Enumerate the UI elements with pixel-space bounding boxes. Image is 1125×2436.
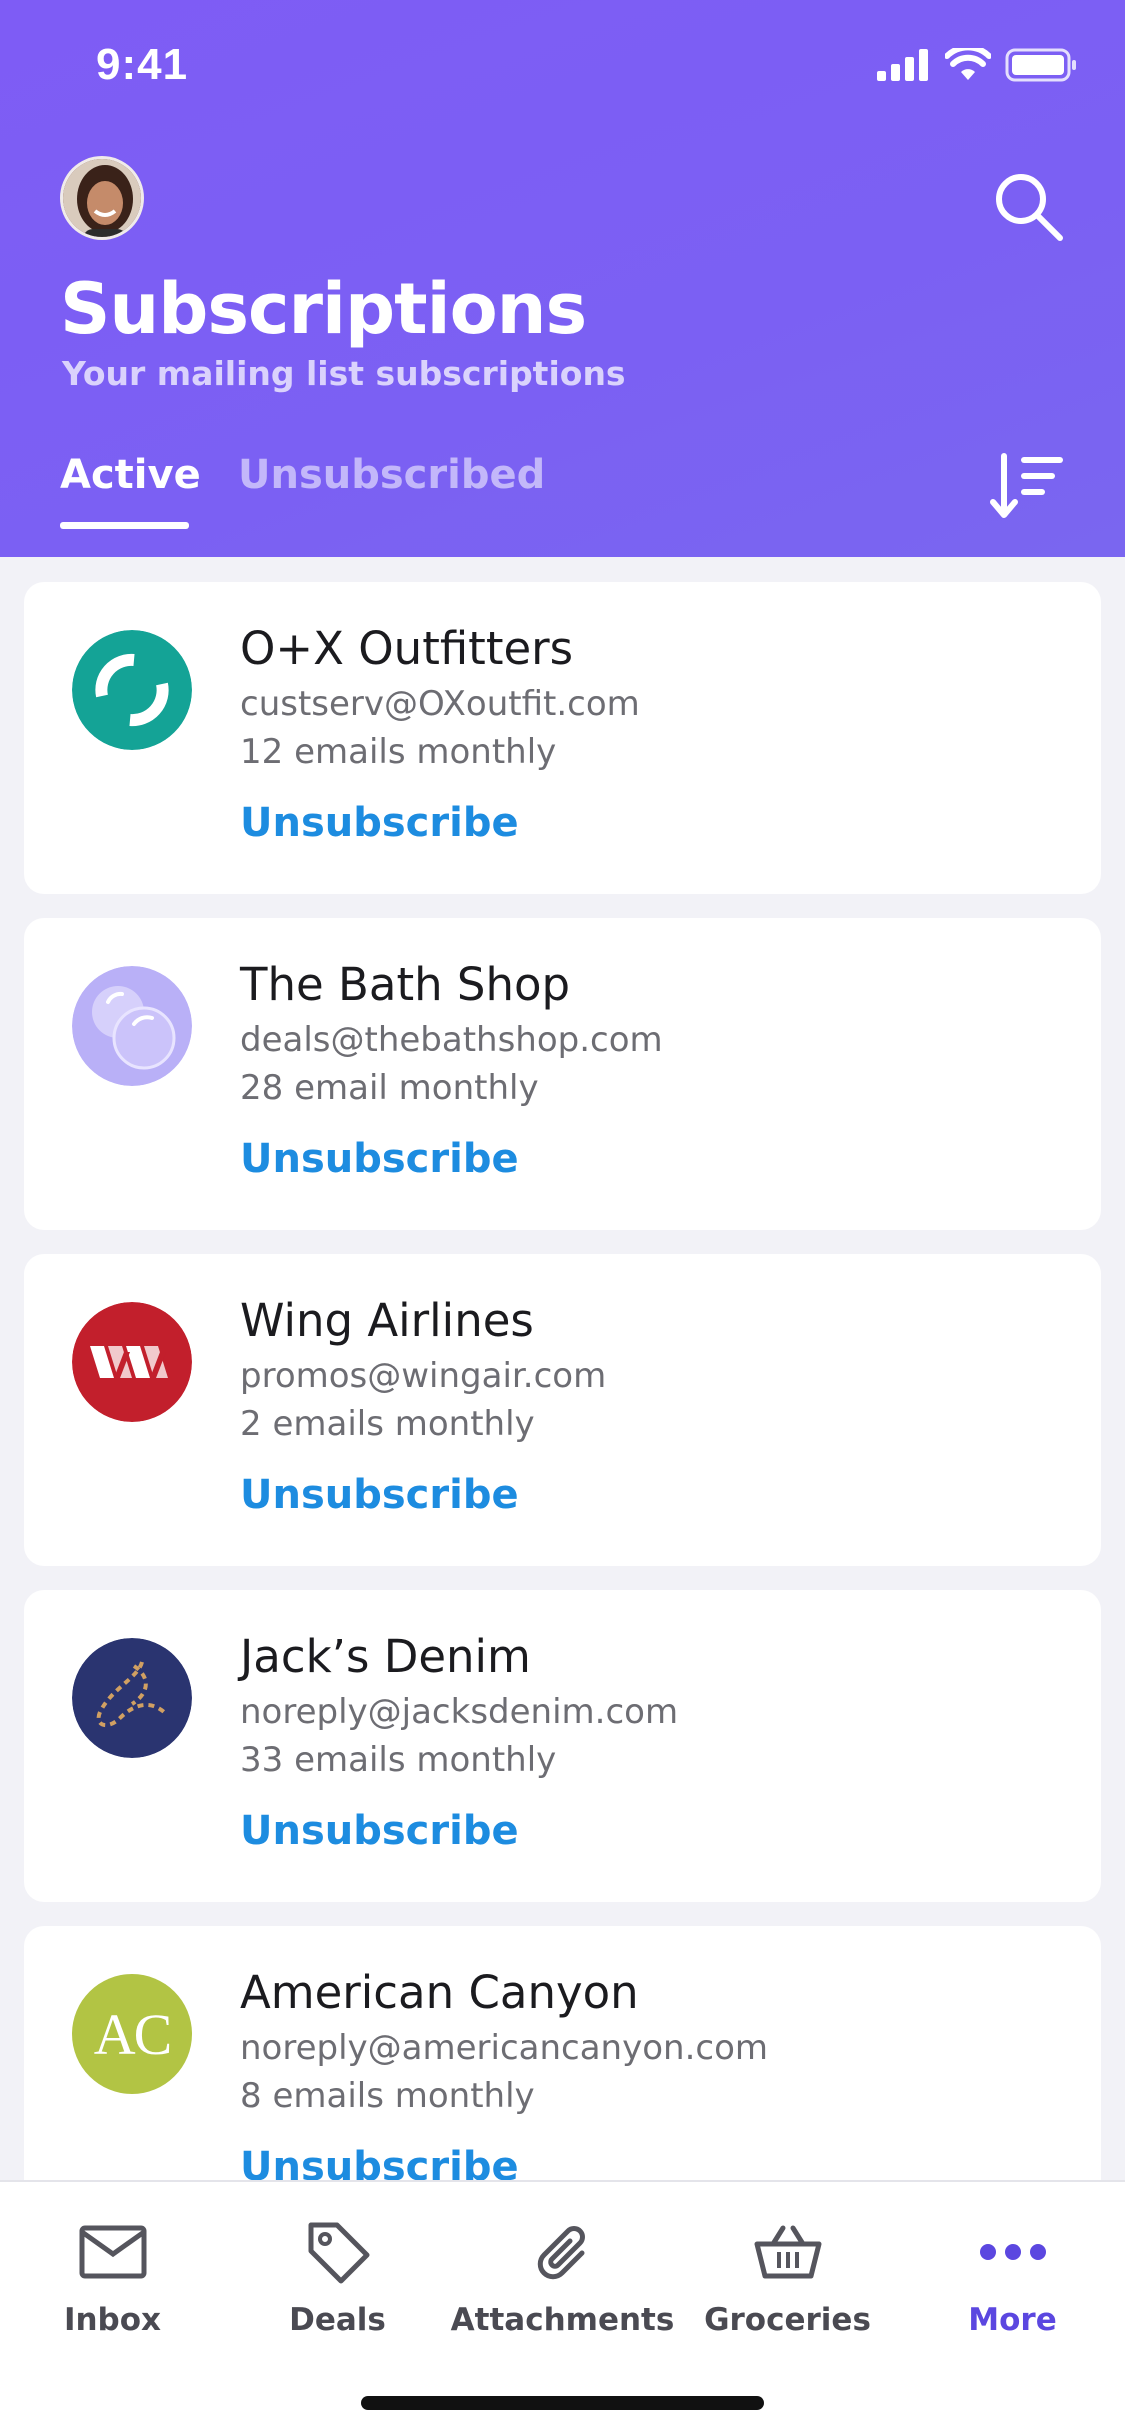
subscription-frequency: 2 emails monthly <box>240 1404 535 1444</box>
tab-label: Deals <box>289 2302 386 2338</box>
bubbles-logo <box>72 966 192 1086</box>
sort-icon[interactable] <box>990 452 1066 522</box>
subscription-email: promos@wingair.com <box>240 1356 607 1396</box>
tab-inbox[interactable]: Inbox <box>0 2212 225 2338</box>
subscription-card[interactable]: Jack’s Denim noreply@jacksdenim.com 33 e… <box>24 1590 1101 1902</box>
search-icon[interactable] <box>990 168 1066 244</box>
header: 9:41 Subscriptions Your mailing list sub… <box>0 0 1125 557</box>
denim-logo <box>72 1638 192 1758</box>
battery-icon <box>1005 48 1076 82</box>
subscription-name: The Bath Shop <box>240 958 571 1011</box>
subscription-frequency: 33 emails monthly <box>240 1740 557 1780</box>
tab-more[interactable]: More <box>900 2212 1125 2338</box>
subscription-frequency: 12 emails monthly <box>240 732 557 772</box>
active-tab-indicator <box>60 522 189 529</box>
home-indicator[interactable] <box>361 2396 764 2410</box>
tab-label: Groceries <box>704 2302 871 2338</box>
subscription-email: noreply@jacksdenim.com <box>240 1692 679 1732</box>
subscription-name: Jack’s Denim <box>240 1630 531 1683</box>
subscription-name: Wing Airlines <box>240 1294 534 1347</box>
subscription-card[interactable]: Wing Airlines promos@wingair.com 2 email… <box>24 1254 1101 1566</box>
subscription-name: American Canyon <box>240 1966 639 2019</box>
ac-logo-text: AC <box>93 2001 173 2067</box>
tab-active[interactable]: Active <box>60 452 201 498</box>
tab-label: Attachments <box>450 2302 675 2338</box>
wifi-icon <box>945 48 991 80</box>
signal-icon <box>877 49 928 81</box>
tab-label: More <box>968 2302 1057 2338</box>
avatar-image <box>63 159 141 237</box>
wa-logo <box>72 1302 192 1422</box>
basket-icon <box>754 2225 821 2279</box>
subscription-email: noreply@americancanyon.com <box>240 2028 768 2068</box>
subscription-name: O+X Outfitters <box>240 622 574 675</box>
unsubscribe-button[interactable]: Unsubscribe <box>240 1472 519 1518</box>
more-icon <box>979 2244 1046 2260</box>
page-subtitle: Your mailing list subscriptions <box>62 354 626 393</box>
avatar[interactable] <box>60 156 144 240</box>
ac-logo: AC <box>72 1974 192 2094</box>
tag-icon <box>308 2222 369 2284</box>
tab-attachments[interactable]: Attachments <box>450 2212 675 2338</box>
subscription-card[interactable]: The Bath Shop deals@thebathshop.com 28 e… <box>24 918 1101 1230</box>
tab-groceries[interactable]: Groceries <box>675 2212 900 2338</box>
envelope-icon <box>79 2225 146 2279</box>
tab-deals[interactable]: Deals <box>225 2212 450 2338</box>
subscription-frequency: 8 emails monthly <box>240 2076 535 2116</box>
teal-ring-logo <box>72 630 192 750</box>
unsubscribe-button[interactable]: Unsubscribe <box>240 800 519 846</box>
subscription-email: custserv@OXoutfit.com <box>240 684 640 724</box>
subscription-email: deals@thebathshop.com <box>240 1020 663 1060</box>
unsubscribe-button[interactable]: Unsubscribe <box>240 1136 519 1182</box>
page-title: Subscriptions <box>60 268 587 350</box>
unsubscribe-button[interactable]: Unsubscribe <box>240 1808 519 1854</box>
status-time: 9:41 <box>96 40 189 89</box>
paperclip-icon <box>537 2226 585 2280</box>
tab-unsubscribed[interactable]: Unsubscribed <box>238 452 545 498</box>
subscription-frequency: 28 email monthly <box>240 1068 539 1108</box>
status-icons <box>877 48 1077 82</box>
subscription-card[interactable]: AC American Canyon noreply@americancanyo… <box>24 1926 1101 2216</box>
subscription-card[interactable]: O+X Outfitters custserv@OXoutfit.com 12 … <box>24 582 1101 894</box>
tab-label: Inbox <box>63 2302 162 2338</box>
